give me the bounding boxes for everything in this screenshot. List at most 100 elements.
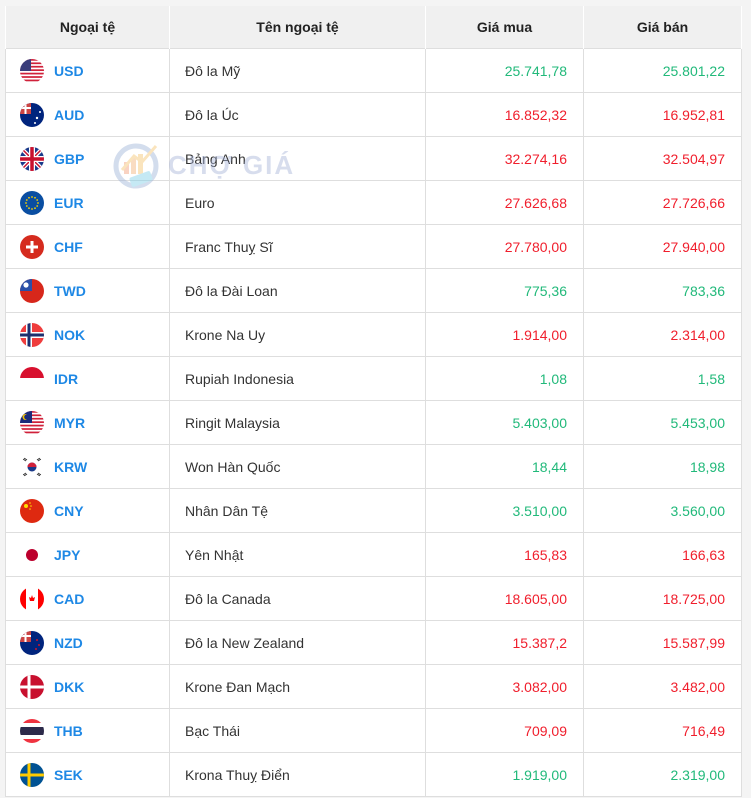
sell-price: 3.482,00 [583,664,742,709]
buy-price: 1.919,00 [425,752,584,797]
buy-price: 5.403,00 [425,400,584,445]
table-row[interactable]: NOK Krone Na Uy 1.914,00 2.314,00 [5,312,742,357]
sell-price: 2.314,00 [583,312,742,357]
cell-code: JPY [5,532,170,577]
table-row[interactable]: JPY Yên Nhật 165,83 166,63 [5,532,742,577]
cell-code: CAD [5,576,170,621]
currency-name: Euro [169,180,426,225]
table-row[interactable]: CHF Franc Thuỵ Sĩ 27.780,00 27.940,00 [5,224,742,269]
table-row[interactable]: CNY Nhân Dân Tệ 3.510,00 3.560,00 [5,488,742,533]
cell-code: GBP [5,136,170,181]
table-row[interactable]: IDR Rupiah Indonesia 1,08 1,58 [5,356,742,401]
currency-code-link[interactable]: GBP [54,151,84,167]
sell-price: 783,36 [583,268,742,313]
header-sell[interactable]: Giá bán [583,6,742,49]
table-row[interactable]: GBP Bảng Anh 32.274,16 32.504,97 [5,136,742,181]
buy-price: 18,44 [425,444,584,489]
my-flag-icon [20,410,44,435]
exchange-rate-table: Ngoại tệ Tên ngoại tệ Giá mua Giá bán US… [5,6,742,797]
currency-name: Yên Nhật [169,532,426,577]
table-row[interactable]: MYR Ringit Malaysia 5.403,00 5.453,00 [5,400,742,445]
dk-flag-icon [20,674,44,699]
sell-price: 2.319,00 [583,752,742,797]
table-row[interactable]: TWD Đô la Đài Loan 775,36 783,36 [5,268,742,313]
th-flag-icon [20,718,44,743]
gb-flag-icon [20,146,44,171]
currency-code-link[interactable]: CNY [54,503,84,519]
sell-price: 16.952,81 [583,92,742,137]
currency-name: Đô la New Zealand [169,620,426,665]
currency-code-link[interactable]: NOK [54,327,85,343]
buy-price: 775,36 [425,268,584,313]
ca-flag-icon [20,586,44,611]
table-row[interactable]: NZD Đô la New Zealand 15.387,2 15.587,99 [5,620,742,665]
se-flag-icon [20,762,44,787]
ch-flag-icon [20,234,44,259]
currency-code-link[interactable]: KRW [54,459,87,475]
cell-code: USD [5,48,170,93]
cell-code: TWD [5,268,170,313]
sell-price: 166,63 [583,532,742,577]
au-flag-icon [20,102,44,127]
currency-name: Nhân Dân Tệ [169,488,426,533]
currency-name: Đô la Canada [169,576,426,621]
currency-code-link[interactable]: IDR [54,371,78,387]
currency-name: Ringit Malaysia [169,400,426,445]
currency-code-link[interactable]: AUD [54,107,84,123]
cell-code: MYR [5,400,170,445]
sell-price: 1,58 [583,356,742,401]
currency-code-link[interactable]: USD [54,63,84,79]
currency-name: Đô la Mỹ [169,48,426,93]
currency-code-link[interactable]: CAD [54,591,84,607]
currency-code-link[interactable]: MYR [54,415,85,431]
sell-price: 18.725,00 [583,576,742,621]
currency-code-link[interactable]: EUR [54,195,84,211]
table-row[interactable]: CAD Đô la Canada 18.605,00 18.725,00 [5,576,742,621]
currency-code-link[interactable]: NZD [54,635,83,651]
header-name[interactable]: Tên ngoại tệ [169,6,426,49]
currency-code-link[interactable]: CHF [54,239,83,255]
currency-name: Krone Đan Mạch [169,664,426,709]
us-flag-icon [20,58,44,83]
jp-flag-icon [20,542,44,567]
table-row[interactable]: KRW Won Hàn Quốc 18,44 18,98 [5,444,742,489]
table-row[interactable]: USD Đô la Mỹ 25.741,78 25.801,22 [5,48,742,93]
buy-price: 25.741,78 [425,48,584,93]
cell-code: IDR [5,356,170,401]
currency-name: Franc Thuỵ Sĩ [169,224,426,269]
cell-code: NZD [5,620,170,665]
header-buy[interactable]: Giá mua [425,6,584,49]
currency-code-link[interactable]: TWD [54,283,86,299]
table-row[interactable]: SEK Krona Thuỵ Điển 1.919,00 2.319,00 [5,752,742,797]
currency-code-link[interactable]: JPY [54,547,80,563]
currency-name: Đô la Đài Loan [169,268,426,313]
cell-code: NOK [5,312,170,357]
buy-price: 32.274,16 [425,136,584,181]
cell-code: EUR [5,180,170,225]
tw-flag-icon [20,278,44,303]
currency-name: Won Hàn Quốc [169,444,426,489]
currency-code-link[interactable]: THB [54,723,83,739]
table-row[interactable]: AUD Đô la Úc 16.852,32 16.952,81 [5,92,742,137]
nz-flag-icon [20,630,44,655]
buy-price: 709,09 [425,708,584,753]
table-row[interactable]: EUR Euro 27.626,68 27.726,66 [5,180,742,225]
sell-price: 15.587,99 [583,620,742,665]
currency-name: Bạc Thái [169,708,426,753]
sell-price: 32.504,97 [583,136,742,181]
cell-code: DKK [5,664,170,709]
sell-price: 716,49 [583,708,742,753]
cell-code: AUD [5,92,170,137]
currency-code-link[interactable]: DKK [54,679,84,695]
currency-code-link[interactable]: SEK [54,767,83,783]
currency-name: Bảng Anh [169,136,426,181]
cell-code: CHF [5,224,170,269]
cn-flag-icon [20,498,44,523]
cell-code: THB [5,708,170,753]
table-row[interactable]: THB Bạc Thái 709,09 716,49 [5,708,742,753]
header-code[interactable]: Ngoại tệ [5,6,170,49]
eu-flag-icon [20,190,44,215]
currency-name: Rupiah Indonesia [169,356,426,401]
table-row[interactable]: DKK Krone Đan Mạch 3.082,00 3.482,00 [5,664,742,709]
buy-price: 18.605,00 [425,576,584,621]
